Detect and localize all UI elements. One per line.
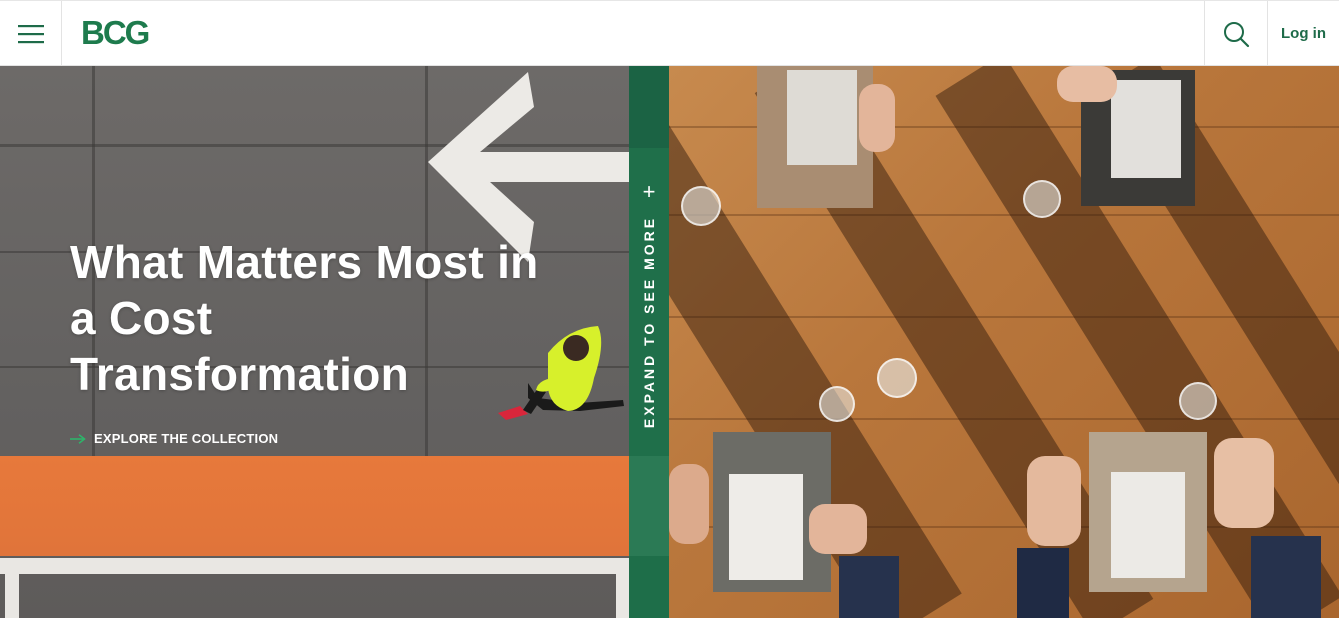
login-button[interactable]: Log in <box>1268 1 1339 66</box>
suit-sleeve <box>839 556 899 618</box>
hand <box>1027 456 1081 546</box>
suit-sleeve <box>1251 536 1321 618</box>
glass <box>1023 180 1061 218</box>
plus-icon: + <box>642 179 656 204</box>
hero-image-street: What Matters Most in a Cost Transformati… <box>0 66 629 618</box>
glass <box>877 358 917 398</box>
expand-panel-button[interactable]: + EXPAND TO SEE MORE <box>629 66 669 618</box>
hand <box>1057 66 1117 102</box>
hand <box>1214 438 1274 528</box>
expand-label: EXPAND TO SEE MORE <box>641 215 657 429</box>
bcg-logo[interactable]: BCG <box>81 14 150 51</box>
hamburger-menu-icon <box>17 24 44 43</box>
search-icon <box>1224 21 1250 47</box>
site-header: BCG Log in <box>0 0 1339 66</box>
glass <box>819 386 855 422</box>
hero-title: What Matters Most in a Cost Transformati… <box>70 236 539 400</box>
suit-sleeve <box>1017 548 1069 618</box>
glass <box>1179 382 1217 420</box>
hand <box>809 504 867 554</box>
orange-road-marking <box>0 456 629 556</box>
hand <box>859 84 895 152</box>
explore-collection-link[interactable]: EXPLORE THE COLLECTION <box>70 431 278 446</box>
menu-button[interactable] <box>0 1 62 66</box>
hero-image-meeting-table <box>669 66 1339 618</box>
glass <box>681 186 721 226</box>
logo-text: BCG <box>81 14 150 51</box>
search-button[interactable] <box>1204 1 1268 66</box>
hand <box>669 464 709 544</box>
arrow-right-icon <box>70 433 86 444</box>
explore-link-label: EXPLORE THE COLLECTION <box>94 431 279 446</box>
